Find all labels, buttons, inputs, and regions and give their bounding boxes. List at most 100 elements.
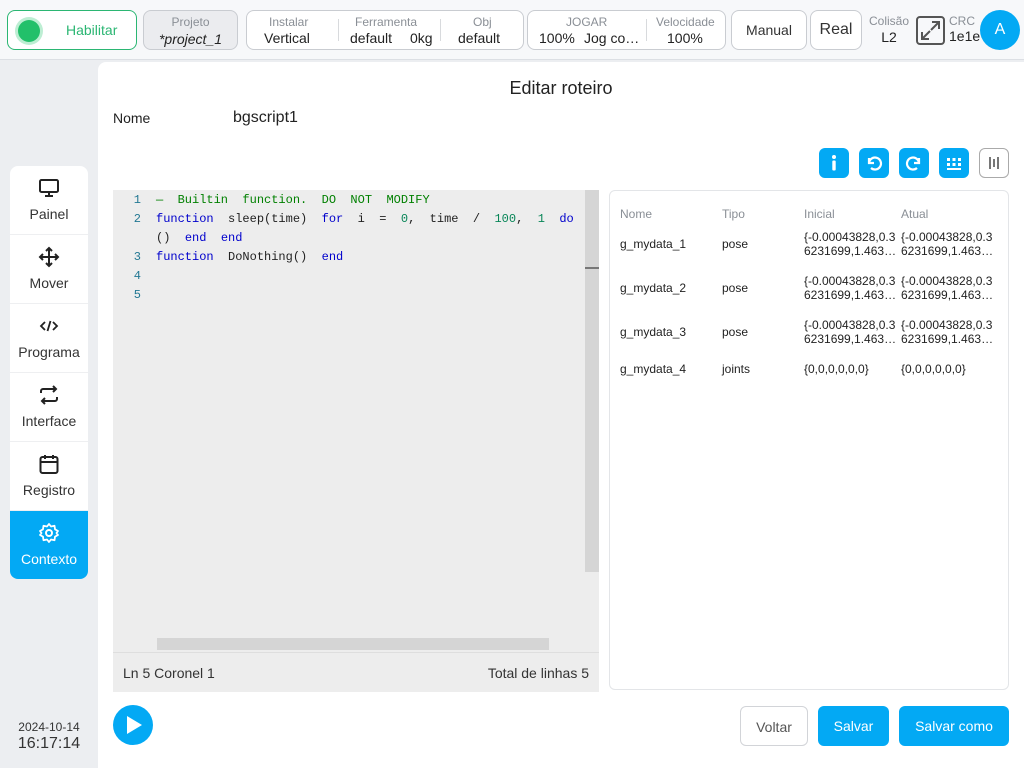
current-date: 2024-10-14: [18, 720, 80, 734]
column-header-type: Tipo: [722, 207, 745, 221]
speed-caption: Velocidade: [656, 15, 715, 29]
tool-payload: 0kg: [410, 30, 433, 46]
real-mode-button[interactable]: Real: [810, 10, 862, 50]
line-number: 1: [133, 193, 141, 207]
save-button[interactable]: Salvar: [818, 706, 889, 746]
play-icon: [127, 716, 142, 734]
script-name-value: bgscript1: [233, 109, 298, 126]
sidebar-item-mover[interactable]: Mover: [10, 235, 88, 304]
redo-icon: [905, 156, 921, 171]
code-editor[interactable]: 1 — Builtin function. DO NOT MODIFY 2 funct…: [113, 190, 599, 690]
undo-button[interactable]: [859, 148, 889, 178]
sidebar-item-registro[interactable]: Registro: [10, 442, 88, 511]
variable-initial: {-0.00043828,0.3 6231699,1.463…: [804, 274, 897, 302]
info-button[interactable]: [819, 148, 849, 178]
current-time: 16:17:14: [17, 735, 81, 752]
sidebar-item-label: Painel: [29, 206, 69, 222]
enable-label: Habilitar: [66, 22, 118, 38]
project-caption: Projeto: [171, 15, 210, 29]
name-label: Nome: [113, 110, 151, 126]
sidebar-item-contexto[interactable]: Contexto: [10, 511, 88, 579]
crc-caption: CRC: [949, 14, 975, 28]
enable-button[interactable]: Habilitar: [7, 10, 137, 50]
code-text: function DoNothing() end: [156, 250, 344, 264]
variable-current: {0,0,0,0,0,0}: [901, 362, 966, 376]
manual-mode-button[interactable]: Manual: [731, 10, 807, 50]
variable-name: g_mydata_4: [620, 362, 687, 376]
gear-icon: [39, 523, 59, 543]
sidebar-item-label: Mover: [29, 275, 69, 291]
install-value: Vertical: [264, 30, 310, 46]
back-button[interactable]: Voltar: [740, 706, 808, 746]
jog-mode: Jog co…: [584, 30, 640, 46]
tool-caption: Ferramenta: [355, 15, 418, 29]
swap-icon: [40, 385, 58, 405]
collision-level[interactable]: Colisão L2: [866, 14, 912, 45]
project-value: *project_1: [158, 31, 223, 47]
install-tool-obj-group[interactable]: Instalar Vertical Ferramenta default 0kg…: [246, 10, 524, 50]
editor-status-bar: Ln 5 Coronel 1 Total de linhas 5: [113, 652, 599, 692]
column-header-current: Atual: [901, 207, 929, 221]
undo-icon: [867, 156, 883, 171]
enable-status-icon: [18, 20, 40, 42]
tool-value: default: [350, 30, 393, 46]
line-number: 2: [133, 212, 141, 226]
jog-speed-group[interactable]: JOGAR 100% Jog co… Velocidade 100%: [527, 10, 726, 50]
columns-button[interactable]: [979, 148, 1009, 178]
column-header-name: Nome: [620, 207, 653, 221]
line-number: 4: [133, 269, 141, 283]
column-header-initial: Inicial: [804, 207, 835, 221]
jog-value: 100%: [539, 30, 575, 46]
install-caption: Instalar: [269, 15, 309, 29]
total-lines: Total de linhas 5: [487, 665, 589, 681]
columns-icon: [989, 157, 999, 169]
project-selector[interactable]: Projeto *project_1: [143, 10, 238, 50]
sidebar-item-programa[interactable]: Programa: [10, 304, 88, 373]
crc-readout: CRC 1e1e: [949, 14, 983, 44]
divider: [440, 19, 441, 41]
top-status-bar: Habilitar Projeto *project_1 Instalar Ve…: [0, 0, 1024, 60]
sidebar-item-painel[interactable]: Painel: [10, 166, 88, 235]
variable-type: pose: [722, 325, 749, 339]
variable-current: {-0.00043828,0.3 6231699,1.463…: [901, 318, 994, 346]
jog-caption: JOGAR: [566, 15, 608, 29]
keyboard-button[interactable]: [939, 148, 969, 178]
variable-name: g_mydata_2: [620, 281, 687, 295]
expand-icon[interactable]: [916, 16, 945, 45]
redo-button[interactable]: [899, 148, 929, 178]
keyboard-icon: [947, 158, 961, 170]
horizontal-scrollbar[interactable]: [157, 638, 549, 650]
vertical-scrollbar[interactable]: [585, 190, 599, 572]
cursor-position: Ln 5 Coronel 1: [123, 665, 215, 681]
page-title: Editar roteiro: [509, 78, 613, 98]
sidebar-nav: Painel Mover Programa Interface Registro…: [10, 166, 88, 579]
sidebar-item-label: Interface: [21, 413, 77, 429]
variable-name: g_mydata_1: [620, 237, 687, 251]
obj-value: default: [458, 30, 501, 46]
line-number: 3: [133, 250, 141, 264]
line-number: 5: [133, 288, 141, 302]
variable-initial: {-0.00043828,0.3 6231699,1.463…: [804, 230, 897, 258]
info-icon: [832, 155, 836, 171]
script-editor-panel: Editar roteiro Nome bgscript1 1 — Builtin…: [98, 62, 1024, 768]
save-as-button[interactable]: Salvar como: [899, 706, 1009, 746]
code-text: — Builtin function. DO NOT MODIFY: [156, 193, 430, 207]
avatar[interactable]: A: [980, 10, 1020, 50]
speed-value: 100%: [667, 30, 703, 46]
move-arrows-icon: [38, 246, 60, 268]
variable-type: joints: [722, 362, 751, 376]
code-text: () end end: [156, 231, 243, 245]
clock: 2024-10-14 16:17:14: [10, 720, 88, 753]
sidebar-item-label: Programa: [18, 344, 80, 360]
variable-current: {-0.00043828,0.3 6231699,1.463…: [901, 230, 994, 258]
collision-value: L2: [881, 29, 897, 45]
collision-caption: Colisão: [868, 14, 910, 28]
monitor-icon: [39, 179, 59, 197]
crc-value: 1e1e: [949, 28, 981, 44]
manual-label: Manual: [746, 22, 792, 38]
run-button[interactable]: [113, 705, 153, 745]
sidebar-item-label: Contexto: [20, 551, 78, 567]
sidebar-item-interface[interactable]: Interface: [10, 373, 88, 442]
variable-initial: {0,0,0,0,0,0}: [804, 362, 869, 376]
obj-caption: Obj: [473, 15, 492, 29]
